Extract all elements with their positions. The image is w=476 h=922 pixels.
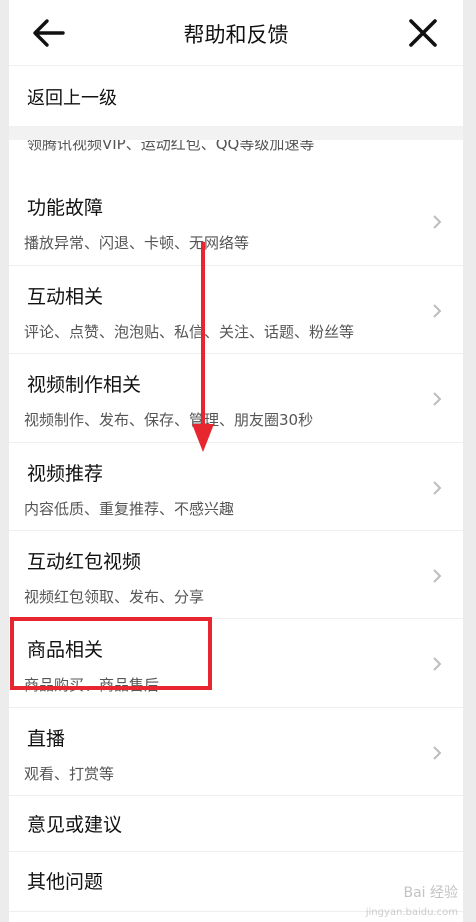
item-subtitle: 视频制作、发布、保存、管理、朋友圈30秒 — [24, 411, 314, 429]
item-label: 其他问题 — [27, 871, 104, 893]
list-item-red-packet-video[interactable]: 互动红包视频 视频红包领取、发布、分享 — [9, 531, 463, 619]
chevron-right-icon — [433, 569, 442, 583]
top-bar: 帮助和反馈 — [9, 0, 463, 66]
close-icon[interactable] — [403, 13, 443, 53]
item-subtitle: 视频红包领取、发布、分享 — [24, 588, 205, 606]
list-item-video-creation[interactable]: 视频制作相关 视频制作、发布、保存、管理、朋友圈30秒 — [9, 354, 463, 443]
list-item-live[interactable]: 直播 观看、打赏等 — [9, 708, 463, 796]
item-label: 直播 — [27, 728, 66, 750]
down-arrow-annotation — [192, 242, 214, 452]
list-item-suggestions[interactable]: 意见或建议 — [9, 796, 463, 852]
partial-row[interactable]: 领腾讯视频VIP、运动红包、QQ等级加速等 — [9, 140, 463, 176]
help-feedback-screen: 帮助和反馈 返回上一级 领腾讯视频VIP、运动红包、QQ等级加速等 功能故障 播… — [9, 0, 463, 922]
list-item-video-recommend[interactable]: 视频推荐 内容低质、重复推荐、不感兴趣 — [9, 443, 463, 531]
watermark: Bai 经验 — [403, 885, 458, 901]
chevron-right-icon — [433, 481, 442, 495]
back-to-parent-row[interactable]: 返回上一级 — [9, 66, 463, 126]
list-item-interaction[interactable]: 互动相关 评论、点赞、泡泡贴、私信、关注、话题、粉丝等 — [9, 266, 463, 354]
item-label: 视频制作相关 — [27, 374, 142, 396]
chevron-right-icon — [433, 304, 442, 318]
item-label: 意见或建议 — [27, 814, 123, 836]
partial-row-subtitle: 领腾讯视频VIP、运动红包、QQ等级加速等 — [27, 140, 315, 153]
item-label: 互动红包视频 — [27, 551, 142, 573]
item-label: 互动相关 — [27, 286, 104, 308]
chevron-right-icon — [433, 746, 442, 760]
chevron-right-icon — [433, 392, 442, 406]
item-label: 功能故障 — [27, 197, 104, 219]
watermark-url: jingyan.baidu.com — [365, 907, 458, 918]
item-subtitle: 内容低质、重复推荐、不感兴趣 — [24, 500, 235, 518]
back-to-parent-label: 返回上一级 — [27, 88, 117, 109]
highlight-box — [10, 617, 212, 690]
page-title: 帮助和反馈 — [183, 23, 289, 47]
list-item-function-fault[interactable]: 功能故障 播放异常、闪退、卡顿、无网络等 — [9, 177, 463, 266]
list-item-other[interactable]: 其他问题 — [9, 852, 463, 912]
item-subtitle: 观看、打赏等 — [24, 765, 115, 783]
chevron-right-icon — [433, 657, 442, 671]
chevron-right-icon — [433, 215, 442, 229]
item-label: 视频推荐 — [27, 463, 104, 485]
